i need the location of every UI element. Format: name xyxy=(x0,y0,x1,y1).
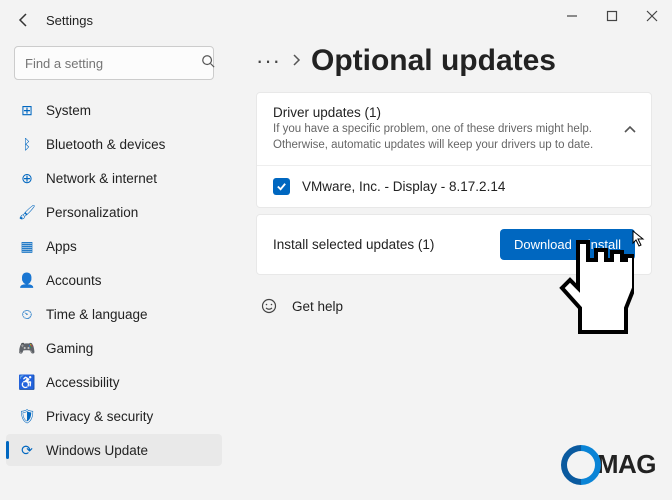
download-install-button[interactable]: Download & install xyxy=(500,229,635,260)
driver-updates-title: Driver updates (1) xyxy=(273,105,635,120)
logo-text: MAG xyxy=(597,449,656,480)
sidebar-item-network-internet[interactable]: ⊕ Network & internet xyxy=(6,162,222,194)
sidebar-item-system[interactable]: ⊞ System xyxy=(6,94,222,126)
breadcrumb: ··· Optional updates xyxy=(256,44,652,78)
help-icon xyxy=(260,297,278,315)
sidebar-icon: ⊞ xyxy=(18,101,36,119)
sidebar-item-windows-update[interactable]: ⟳ Windows Update xyxy=(6,434,222,466)
sidebar-icon: ⊕ xyxy=(18,169,36,187)
maximize-button[interactable] xyxy=(592,0,632,32)
sidebar-item-label: Accessibility xyxy=(46,375,120,390)
sidebar: ⊞ System ᛒ Bluetooth & devices ⊕ Network & in… xyxy=(0,40,228,500)
sidebar-item-apps[interactable]: ▦ Apps xyxy=(6,230,222,262)
install-text: Install selected updates (1) xyxy=(273,237,434,252)
logo-p-icon xyxy=(567,451,595,479)
driver-label: VMware, Inc. - Display - 8.17.2.14 xyxy=(302,179,505,194)
sidebar-item-label: Apps xyxy=(46,239,77,254)
sidebar-icon: 👤 xyxy=(18,271,36,289)
driver-updates-header[interactable]: Driver updates (1) If you have a specifi… xyxy=(257,93,651,166)
install-bar: Install selected updates (1) Download & … xyxy=(256,214,652,275)
driver-row[interactable]: VMware, Inc. - Display - 8.17.2.14 xyxy=(257,166,651,207)
chevron-up-icon[interactable] xyxy=(623,121,637,137)
sidebar-item-accounts[interactable]: 👤 Accounts xyxy=(6,264,222,296)
sidebar-item-label: Time & language xyxy=(46,307,148,322)
close-button[interactable] xyxy=(632,0,672,32)
sidebar-icon: ⏲ xyxy=(18,305,36,323)
search-input[interactable] xyxy=(25,56,201,71)
window-controls xyxy=(552,0,672,32)
sidebar-icon: ▦ xyxy=(18,237,36,255)
page-title: Optional updates xyxy=(311,44,556,78)
minimize-button[interactable] xyxy=(552,0,592,32)
titlebar: Settings xyxy=(0,0,672,40)
chevron-right-icon xyxy=(291,53,301,69)
sidebar-item-label: Accounts xyxy=(46,273,102,288)
sidebar-item-gaming[interactable]: 🎮 Gaming xyxy=(6,332,222,364)
driver-updates-card: Driver updates (1) If you have a specifi… xyxy=(256,92,652,208)
sidebar-icon: ᛒ xyxy=(18,135,36,153)
sidebar-icon: 🛡 xyxy=(18,407,36,425)
sidebar-item-label: Gaming xyxy=(46,341,93,356)
back-button[interactable] xyxy=(14,10,34,30)
sidebar-item-label: Windows Update xyxy=(46,443,148,458)
get-help-label: Get help xyxy=(292,299,343,314)
sidebar-item-bluetooth-devices[interactable]: ᛒ Bluetooth & devices xyxy=(6,128,222,160)
search-box[interactable] xyxy=(14,46,214,80)
sidebar-icon: ⟳ xyxy=(18,441,36,459)
get-help-link[interactable]: Get help xyxy=(256,281,652,315)
sidebar-item-accessibility[interactable]: ♿ Accessibility xyxy=(6,366,222,398)
driver-updates-subtitle: If you have a specific problem, one of t… xyxy=(273,122,603,153)
sidebar-item-label: Privacy & security xyxy=(46,409,153,424)
sidebar-item-label: Bluetooth & devices xyxy=(46,137,165,152)
pcmag-logo: MAG xyxy=(567,449,656,480)
sidebar-item-personalization[interactable]: 🖌 Personalization xyxy=(6,196,222,228)
sidebar-item-label: Network & internet xyxy=(46,171,157,186)
breadcrumb-more[interactable]: ··· xyxy=(256,48,281,74)
main: ··· Optional updates Driver updates (1) … xyxy=(228,40,672,500)
sidebar-item-privacy-security[interactable]: 🛡 Privacy & security xyxy=(6,400,222,432)
window-title: Settings xyxy=(46,13,93,28)
sidebar-icon: 🖌 xyxy=(18,203,36,221)
sidebar-item-label: Personalization xyxy=(46,205,138,220)
driver-checkbox[interactable] xyxy=(273,178,290,195)
sidebar-icon: ♿ xyxy=(18,373,36,391)
sidebar-item-label: System xyxy=(46,103,91,118)
sidebar-icon: 🎮 xyxy=(18,339,36,357)
search-icon xyxy=(201,54,215,73)
sidebar-item-time-language[interactable]: ⏲ Time & language xyxy=(6,298,222,330)
sidebar-nav: ⊞ System ᛒ Bluetooth & devices ⊕ Network & in… xyxy=(6,94,222,466)
